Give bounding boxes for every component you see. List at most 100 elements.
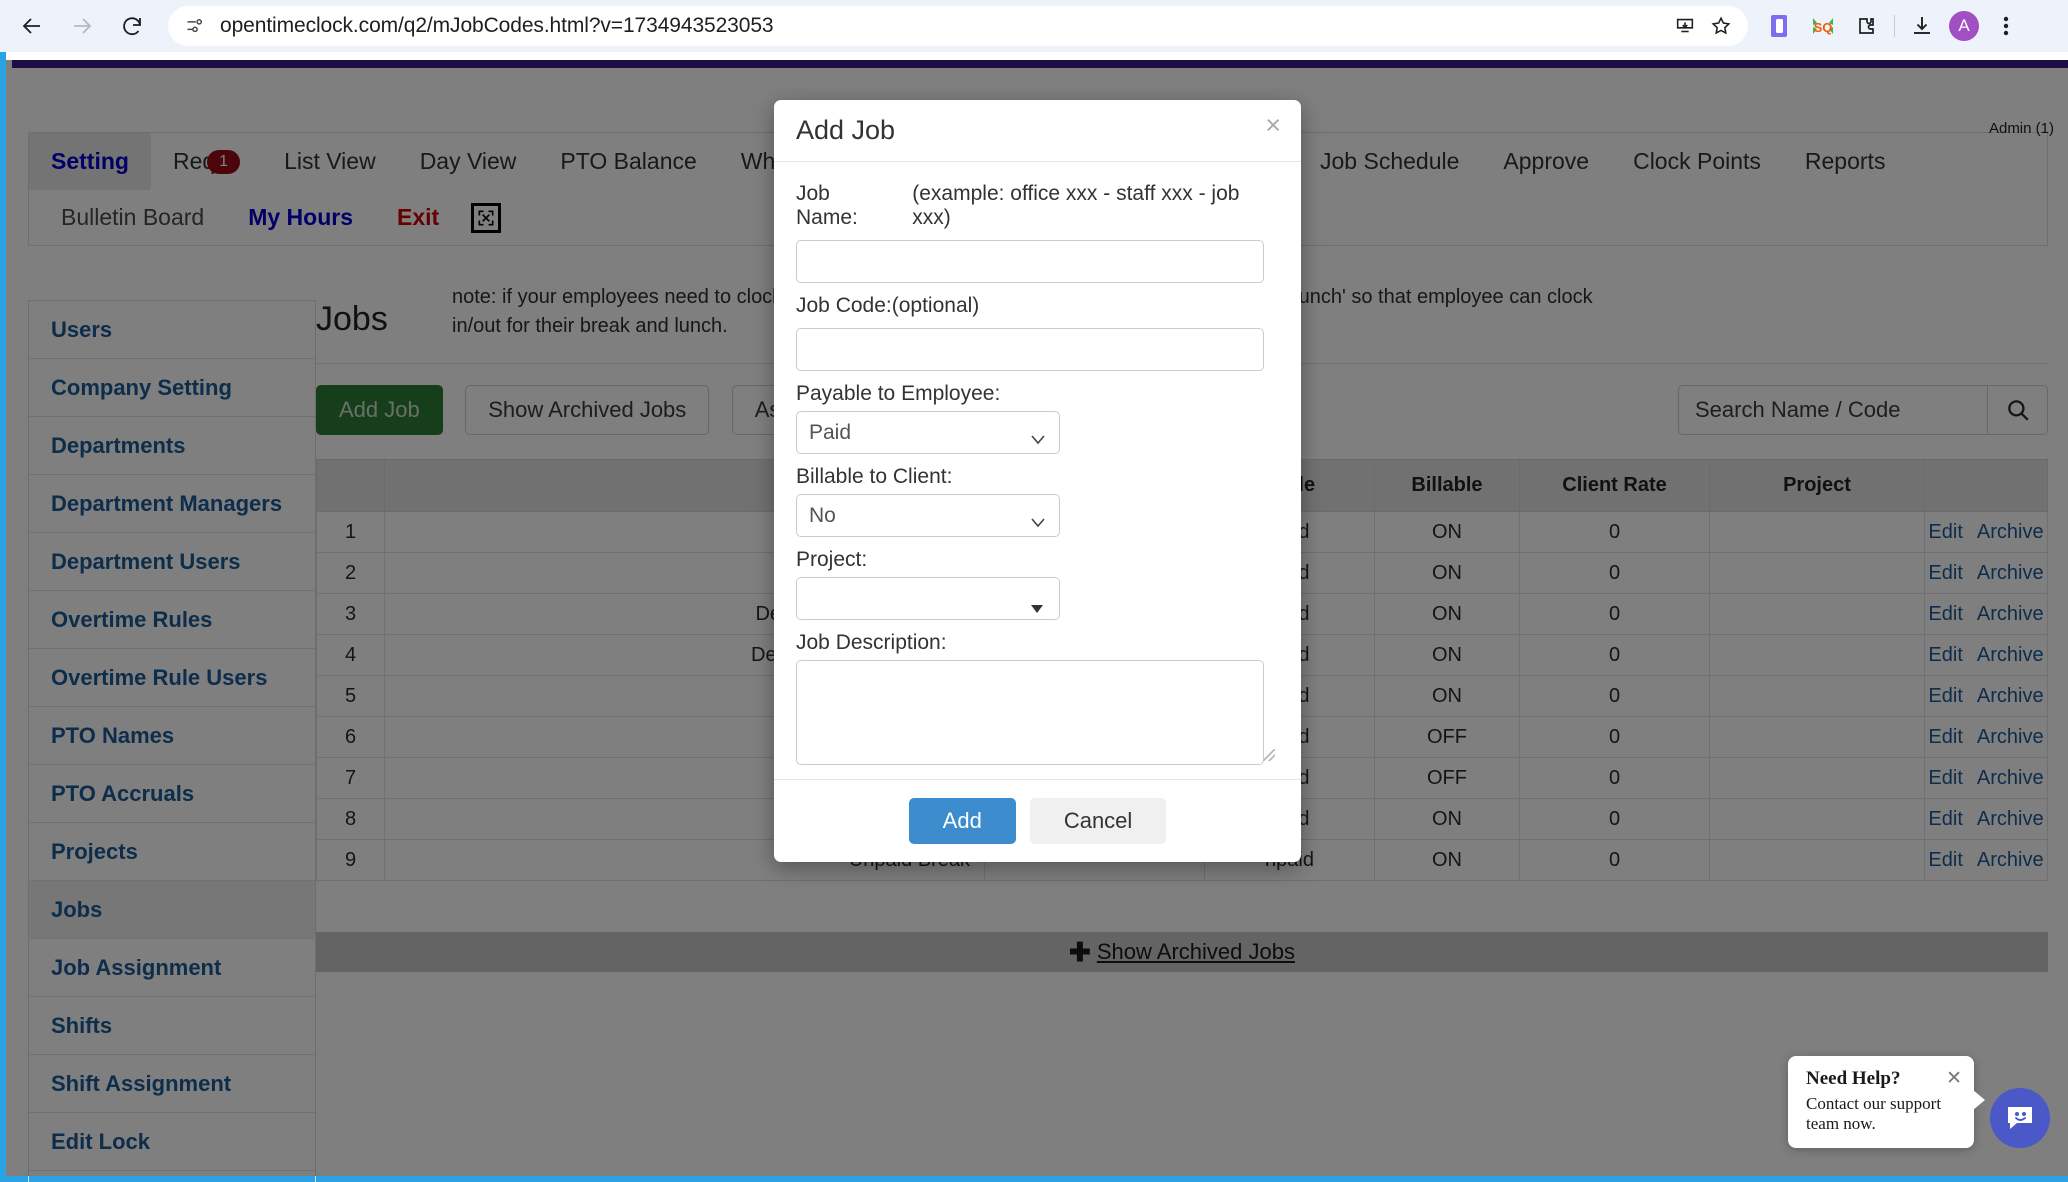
sidebar-item-departments[interactable]: Departments xyxy=(29,417,315,475)
sidebar-item-pto-accruals[interactable]: PTO Accruals xyxy=(29,765,315,823)
sidebar-item-company-setting[interactable]: Company Setting xyxy=(29,359,315,417)
site-settings-icon[interactable] xyxy=(178,9,212,43)
sidebar-item-pto-names[interactable]: PTO Names xyxy=(29,707,315,765)
archive-link[interactable]: Archive xyxy=(1977,849,2044,871)
toolbar-divider xyxy=(1894,15,1895,37)
archive-link[interactable]: Archive xyxy=(1977,521,2044,543)
close-icon[interactable]: ✕ xyxy=(1946,1067,1962,1090)
row-client-rate: 0 xyxy=(1519,511,1710,553)
resize-grip-icon[interactable] xyxy=(1263,749,1275,761)
archive-link[interactable]: Archive xyxy=(1977,726,2044,748)
edit-link[interactable]: Edit xyxy=(1928,521,1962,543)
cancel-button[interactable]: Cancel xyxy=(1029,798,1167,844)
row-actions: Edit Archive xyxy=(1924,716,2048,758)
fullscreen-expand-icon[interactable] xyxy=(471,202,502,233)
row-billable: ON xyxy=(1374,798,1520,840)
add-button[interactable]: Add xyxy=(908,798,1016,844)
sidebar-item-users[interactable]: Users xyxy=(29,301,315,359)
tab-job-schedule[interactable]: Job Schedule xyxy=(1298,133,1481,190)
tab-label: Job Schedule xyxy=(1320,148,1460,174)
col-client-rate: Client Rate xyxy=(1519,459,1710,512)
sidebar-item-jobs[interactable]: Jobs xyxy=(29,881,315,939)
extension-sq-icon[interactable]: SQ xyxy=(1806,9,1840,43)
add-job-button[interactable]: Add Job xyxy=(316,385,443,435)
job-code-optional: (optional) xyxy=(891,294,980,317)
search-icon[interactable] xyxy=(1987,386,2047,434)
edit-link[interactable]: Edit xyxy=(1928,685,1962,707)
edit-link[interactable]: Edit xyxy=(1928,849,1962,871)
tab-setting[interactable]: Setting xyxy=(29,133,151,190)
sidebar-item-overtime-rules[interactable]: Overtime Rules xyxy=(29,591,315,649)
row-billable: ON xyxy=(1374,839,1520,881)
tab-reports[interactable]: Reports xyxy=(1783,133,1908,190)
tab-my-hours[interactable]: My Hours xyxy=(226,204,375,231)
tab-label: Approve xyxy=(1503,148,1590,174)
sidebar-item-department-users[interactable]: Department Users xyxy=(29,533,315,591)
forward-arrow-icon[interactable] xyxy=(60,4,104,48)
job-description-textarea[interactable] xyxy=(796,660,1264,765)
star-icon[interactable] xyxy=(1704,9,1738,43)
sidebar-item-edit-lock[interactable]: Edit Lock xyxy=(29,1113,315,1171)
close-icon[interactable]: × xyxy=(1265,110,1281,141)
page-title: Jobs xyxy=(316,300,388,338)
project-label: Project: xyxy=(796,548,868,571)
sidebar-item-department-managers[interactable]: Department Managers xyxy=(29,475,315,533)
sidebar-item-projects[interactable]: Projects xyxy=(29,823,315,881)
edit-link[interactable]: Edit xyxy=(1928,808,1962,830)
search-input[interactable] xyxy=(1679,386,1987,434)
job-description-wrap xyxy=(796,660,1279,765)
job-code-input[interactable] xyxy=(796,328,1264,371)
back-arrow-icon[interactable] xyxy=(10,4,54,48)
chat-smiley-icon[interactable] xyxy=(1990,1088,2050,1148)
tab-approve[interactable]: Approve xyxy=(1481,133,1611,190)
address-bar[interactable]: opentimeclock.com/q2/mJobCodes.html?v=17… xyxy=(168,6,1748,46)
show-archived-jobs-link[interactable]: Show Archived Jobs xyxy=(1097,939,1295,965)
show-archived-jobs-bar[interactable]: ✚ Show Archived Jobs xyxy=(316,932,2048,972)
tab-label: List View xyxy=(284,148,376,174)
sidebar-item-notifications[interactable]: Notifications xyxy=(29,1171,315,1182)
edit-link[interactable]: Edit xyxy=(1928,562,1962,584)
row-index: 9 xyxy=(316,839,385,881)
profile-avatar[interactable]: A xyxy=(1949,11,1979,41)
project-select[interactable] xyxy=(796,577,1060,620)
row-project xyxy=(1709,798,1925,840)
edit-link[interactable]: Edit xyxy=(1928,644,1962,666)
archive-link[interactable]: Archive xyxy=(1977,808,2044,830)
install-app-icon[interactable] xyxy=(1668,9,1702,43)
sidebar-item-overtime-rule-users[interactable]: Overtime Rule Users xyxy=(29,649,315,707)
payable-select[interactable]: Paid xyxy=(796,411,1060,454)
tab-exit[interactable]: Exit xyxy=(375,204,461,231)
row-client-rate: 0 xyxy=(1519,593,1710,635)
archive-link[interactable]: Archive xyxy=(1977,767,2044,789)
archive-link[interactable]: Archive xyxy=(1977,644,2044,666)
tab-label: Reports xyxy=(1804,148,1886,174)
archive-link[interactable]: Archive xyxy=(1977,685,2044,707)
archive-link[interactable]: Archive xyxy=(1977,562,2044,584)
archive-link[interactable]: Archive xyxy=(1977,603,2044,625)
tab-label: Day View xyxy=(419,148,517,174)
three-dot-menu-icon[interactable] xyxy=(1989,9,2023,43)
tab-list-view[interactable]: List View xyxy=(262,133,398,190)
edit-link[interactable]: Edit xyxy=(1928,767,1962,789)
download-icon[interactable] xyxy=(1905,9,1939,43)
edit-link[interactable]: Edit xyxy=(1928,603,1962,625)
row-billable: ON xyxy=(1374,552,1520,594)
sidebar-item-shift-assignment[interactable]: Shift Assignment xyxy=(29,1055,315,1113)
extensions-puzzle-icon[interactable] xyxy=(1850,9,1884,43)
reload-icon[interactable] xyxy=(110,4,154,48)
row-client-rate: 0 xyxy=(1519,757,1710,799)
extension-purple-icon[interactable] xyxy=(1762,9,1796,43)
edit-link[interactable]: Edit xyxy=(1928,726,1962,748)
tab-bulletin-board[interactable]: Bulletin Board xyxy=(39,204,226,231)
job-name-input[interactable] xyxy=(796,240,1264,283)
sidebar-item-shifts[interactable]: Shifts xyxy=(29,997,315,1055)
tab-day-view[interactable]: Day View xyxy=(398,133,539,190)
tab-requests[interactable]: Req 1 xyxy=(151,133,262,190)
tab-pto-balance[interactable]: PTO Balance xyxy=(538,133,718,190)
row-project xyxy=(1709,675,1925,717)
billable-select[interactable]: No xyxy=(796,494,1060,537)
sidebar-item-job-assignment[interactable]: Job Assignment xyxy=(29,939,315,997)
show-archived-jobs-button[interactable]: Show Archived Jobs xyxy=(465,385,710,435)
tab-clock-points[interactable]: Clock Points xyxy=(1611,133,1783,190)
col-actions xyxy=(1924,459,2048,512)
